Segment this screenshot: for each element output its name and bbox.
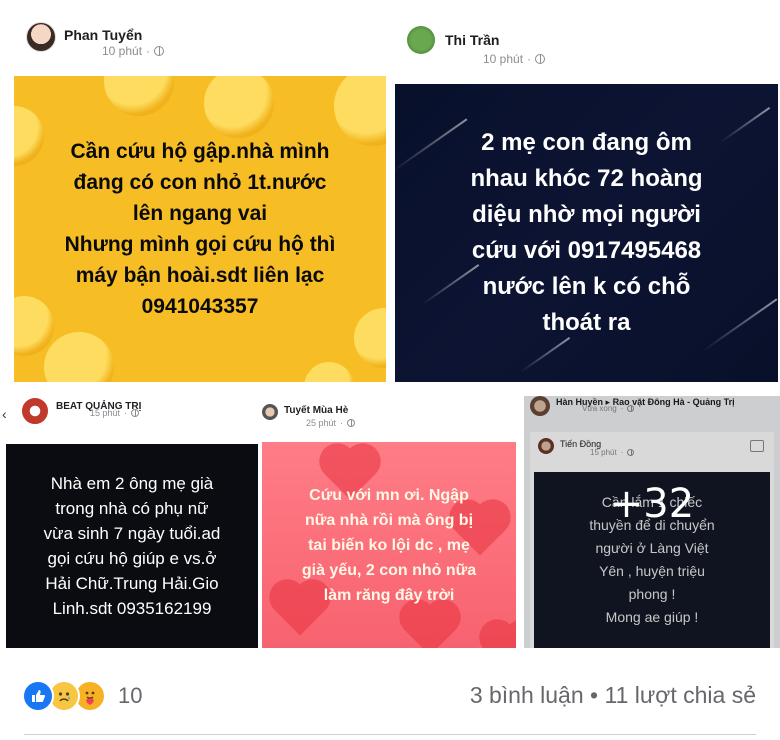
avatar[interactable] (407, 26, 435, 54)
post-meta: 15 phút · (90, 408, 140, 418)
post-background-panel[interactable]: Cần cứu hộ gập.nhà mình đang có con nhỏ … (14, 76, 386, 382)
light-streak-decoration (519, 336, 571, 374)
post-card-4[interactable]: Tuyết Mùa Hè 25 phút · Cứu với mn ơi. Ngậ… (262, 398, 520, 648)
public-globe-icon (154, 46, 165, 56)
emoji-decoration (334, 76, 386, 146)
emoji-decoration (304, 362, 354, 382)
author-name[interactable]: Tuyết Mùa Hè (284, 405, 348, 416)
post-background-panel[interactable]: 2 mẹ con đang ôm nhau khóc 72 hoàng diệu… (395, 84, 778, 382)
post-meta: 10 phút · (483, 52, 546, 66)
emoji-decoration (204, 76, 274, 138)
comments-count[interactable]: 3 bình luận (470, 682, 584, 708)
emoji-decoration (104, 76, 174, 116)
emoji-decoration (354, 308, 386, 368)
more-photos-overlay[interactable]: +32 (524, 396, 780, 648)
post-meta: 10 phút · (102, 44, 165, 58)
light-streak-decoration (719, 106, 771, 144)
emoji-decoration (14, 106, 44, 166)
reactions-summary[interactable]: 10 (22, 680, 142, 712)
more-photos-count: +32 (609, 481, 695, 527)
divider (24, 734, 756, 735)
avatar[interactable] (262, 404, 278, 420)
post-text: 2 mẹ con đang ôm nhau khóc 72 hoàng diệu… (470, 129, 703, 336)
public-globe-icon (535, 54, 546, 64)
emoji-decoration (14, 296, 54, 356)
post-time[interactable]: 10 phút (102, 44, 142, 58)
post-card-2[interactable]: Thi Trần 10 phút · 2 mẹ con đang ôm nhau … (395, 14, 778, 382)
light-streak-decoration (395, 118, 468, 172)
post-time[interactable]: 10 phút (483, 52, 523, 66)
post-card-5[interactable]: Hàn Huyền ▸ Rao vặt Đông Hà - Quảng Trị … (524, 396, 780, 648)
post-background-panel[interactable]: Cứu với mn ơi. Ngập nữa nhà rồi mà ông b… (262, 442, 516, 648)
post-text: Cần cứu hộ gập.nhà mình đang có con nhỏ … (64, 140, 336, 318)
emoji-decoration (44, 332, 114, 382)
post-time[interactable]: 25 phút (306, 418, 336, 428)
post-stats: 3 bình luận • 11 lượt chia sẻ (470, 682, 756, 709)
author-name[interactable]: Thi Trần (445, 32, 499, 48)
post-card-1[interactable]: Phan Tuyển 10 phút · Cần cứu hộ gập.nhà m… (14, 14, 386, 382)
avatar[interactable] (26, 22, 56, 52)
reaction-count[interactable]: 10 (118, 683, 142, 709)
chevron-left-icon[interactable]: ‹ (2, 406, 7, 422)
light-streak-decoration (702, 298, 778, 352)
public-globe-icon (347, 419, 356, 427)
post-footer: 10 3 bình luận • 11 lượt chia sẻ (0, 660, 780, 740)
post-background-panel[interactable]: Nhà em 2 ông mẹ già trong nhà có phụ nữ … (6, 444, 258, 648)
post-card-3[interactable]: ‹ BEAT QUẢNG TRỊ 15 phút · Nhà em 2 ông m… (0, 392, 258, 648)
author-name[interactable]: Phan Tuyển (64, 27, 142, 43)
post-meta: 25 phút · (306, 418, 356, 428)
shares-count[interactable]: 11 lượt chia sẻ (604, 682, 756, 708)
post-text: Cứu với mn ơi. Ngập nữa nhà rồi mà ông b… (301, 486, 477, 604)
post-header: Thi Trần (407, 26, 499, 54)
stats-separator: • (590, 682, 599, 708)
heart-decoration (484, 624, 516, 648)
post-text: Nhà em 2 ông mẹ già trong nhà có phụ nữ … (43, 474, 221, 618)
public-globe-icon (131, 409, 140, 417)
heart-decoration (404, 604, 456, 648)
avatar[interactable] (22, 398, 48, 424)
like-icon (22, 680, 54, 712)
post-time[interactable]: 15 phút (90, 408, 120, 418)
